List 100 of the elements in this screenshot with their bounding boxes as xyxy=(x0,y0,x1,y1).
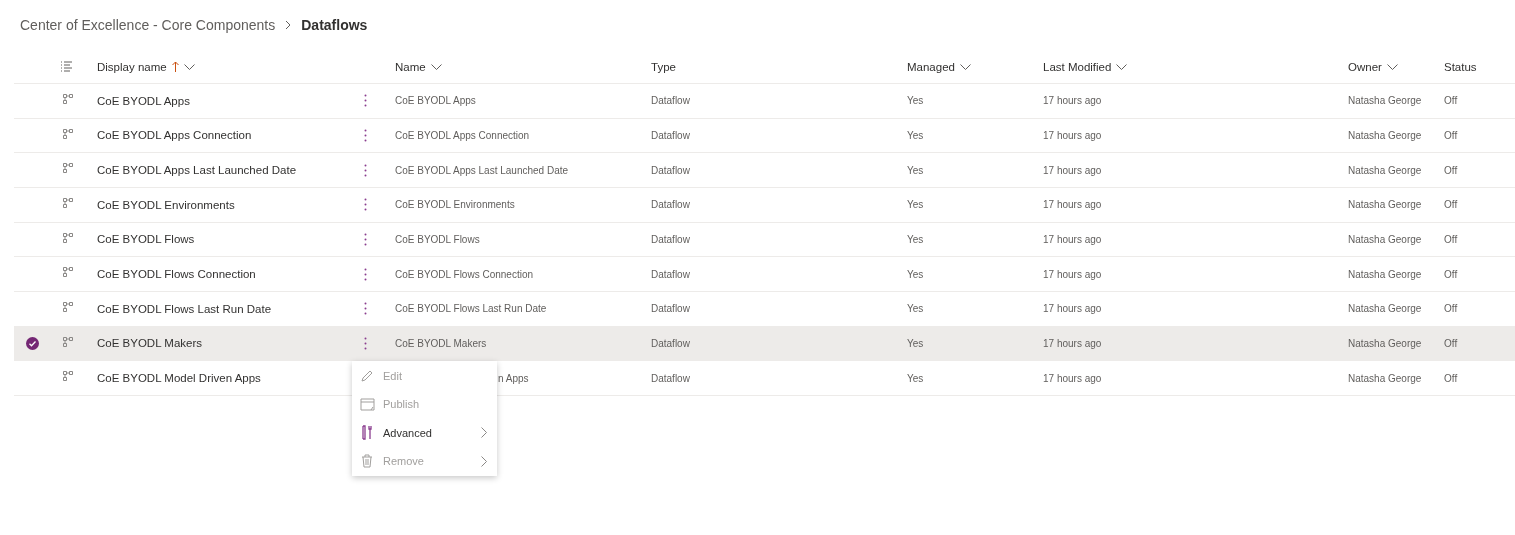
more-options-icon[interactable] xyxy=(363,94,367,108)
more-options-icon[interactable] xyxy=(363,302,367,316)
dataflow-icon xyxy=(63,94,73,104)
check-circle-icon[interactable] xyxy=(25,336,39,350)
display-name-cell[interactable]: CoE BYODL Environments xyxy=(97,198,235,211)
managed-cell: Yes xyxy=(907,268,924,280)
status-cell: Off xyxy=(1444,164,1458,176)
type-cell: Dataflow xyxy=(651,233,690,245)
owner-cell: Natasha George xyxy=(1348,372,1422,384)
display-name-cell[interactable]: CoE BYODL Model Driven Apps xyxy=(97,372,261,385)
managed-cell: Yes xyxy=(907,372,924,384)
modified-cell: 17 hours ago xyxy=(1043,337,1102,349)
dataflow-icon xyxy=(63,232,73,243)
page-title: Dataflows xyxy=(301,17,368,33)
type-cell: Dataflow xyxy=(651,164,690,176)
table-row[interactable]: CoE BYODL Flows Connection CoE BYODL Flows Connection Dataflow Yes 17 hours ago Natasha George Off xyxy=(14,257,1515,292)
name-cell: CoE BYODL Apps xyxy=(395,95,476,107)
owner-cell: Natasha George xyxy=(1348,164,1422,176)
dataflow-icon xyxy=(63,301,73,312)
chevron-down-icon xyxy=(183,63,195,70)
display-name-cell[interactable]: CoE BYODL Apps Last Launched Date xyxy=(97,164,297,177)
more-options-icon[interactable] xyxy=(363,163,367,177)
column-header[interactable]: Display name xyxy=(97,60,195,73)
dataflow-icon xyxy=(63,267,73,278)
chevron-down-icon xyxy=(1386,63,1398,70)
table-row[interactable]: CoE BYODL Makers CoE BYODL Makers Dataflow Yes 17 hours ago Natasha George Off xyxy=(14,326,1515,362)
table-row[interactable]: CoE BYODL Apps Last Launched Date CoE BYODL Apps Last Launched Date Dataflow Yes 17 hours ago Natasha George Off xyxy=(14,153,1515,188)
dataflow-icon xyxy=(63,163,73,174)
dataflow-icon xyxy=(63,128,73,139)
more-options-icon[interactable] xyxy=(363,267,367,281)
type-cell: Dataflow xyxy=(651,95,690,107)
type-cell: Dataflow xyxy=(651,303,690,315)
name-cell: CoE BYODL Flows Connection xyxy=(395,268,534,280)
chevron-down-icon xyxy=(1116,63,1128,70)
column-header[interactable]: Type xyxy=(651,60,676,73)
column-header[interactable]: Managed xyxy=(907,60,971,73)
more-options-icon[interactable] xyxy=(363,336,367,350)
name-cell: CoE BYODL Makers xyxy=(395,337,487,349)
type-cell: Dataflow xyxy=(651,372,690,384)
modified-cell: 17 hours ago xyxy=(1043,164,1102,176)
type-cell: Dataflow xyxy=(651,337,690,349)
status-cell: Off xyxy=(1444,268,1458,280)
modified-cell: 17 hours ago xyxy=(1043,130,1102,141)
status-cell: Off xyxy=(1444,337,1458,349)
table-row[interactable]: CoE BYODL Apps Connection CoE BYODL Apps Connection Dataflow Yes 17 hours ago Natasha George Off xyxy=(14,118,1515,154)
name-cell: CoE BYODL Environments xyxy=(395,199,515,211)
managed-cell: Yes xyxy=(907,199,924,211)
display-name-cell[interactable]: CoE BYODL Flows Last Run Date xyxy=(97,302,272,315)
column-header[interactable]: Name xyxy=(395,60,442,73)
display-name-cell[interactable]: CoE BYODL Apps xyxy=(97,94,190,107)
type-cell: Dataflow xyxy=(651,268,690,280)
status-cell: Off xyxy=(1444,199,1458,211)
chevron-down-icon xyxy=(430,63,442,70)
modified-cell: 17 hours ago xyxy=(1043,372,1102,384)
display-name-cell[interactable]: CoE BYODL Makers xyxy=(97,337,203,350)
column-header[interactable]: Owner xyxy=(1348,60,1398,73)
more-options-icon[interactable] xyxy=(363,129,367,142)
owner-cell: Natasha George xyxy=(1348,268,1422,280)
dataflow-icon xyxy=(63,336,73,347)
type-cell: Dataflow xyxy=(651,199,690,211)
table-row[interactable]: CoE BYODL Apps CoE BYODL Apps Dataflow Yes 17 hours ago Natasha George Off xyxy=(14,84,1515,119)
owner-cell: Natasha George xyxy=(1348,199,1422,211)
column-header[interactable]: Status xyxy=(1444,60,1477,73)
table-row[interactable]: CoE BYODL Environments CoE BYODL Environments Dataflow Yes 17 hours ago Natasha George Off xyxy=(14,187,1515,223)
table-row[interactable]: CoE BYODL Flows CoE BYODL Flows Dataflow Yes 17 hours ago Natasha George Off xyxy=(14,222,1515,258)
owner-cell: Natasha George xyxy=(1348,95,1422,107)
name-cell: n Apps xyxy=(498,372,529,384)
dataflow-icon xyxy=(63,197,73,208)
managed-cell: Yes xyxy=(907,164,924,176)
chevron-down-icon xyxy=(959,63,971,70)
trash-icon xyxy=(361,454,373,469)
modified-cell: 17 hours ago xyxy=(1043,303,1102,315)
status-cell: Off xyxy=(1444,372,1458,384)
sort-up-arrow-icon xyxy=(171,61,179,72)
menu-item[interactable]: Advanced xyxy=(352,418,497,448)
display-name-cell[interactable]: CoE BYODL Apps Connection xyxy=(97,129,252,142)
managed-cell: Yes xyxy=(907,337,924,349)
dataflow-icon xyxy=(63,371,73,382)
more-options-icon[interactable] xyxy=(363,198,367,212)
display-name-cell[interactable]: CoE BYODL Flows xyxy=(97,233,195,246)
column-header[interactable]: Last Modified xyxy=(1043,60,1128,73)
owner-cell: Natasha George xyxy=(1348,303,1422,315)
display-name-cell[interactable]: CoE BYODL Flows Connection xyxy=(97,268,256,281)
breadcrumb-link[interactable]: Center of Excellence - Core Components xyxy=(20,17,276,33)
managed-cell: Yes xyxy=(907,95,924,107)
modified-cell: 17 hours ago xyxy=(1043,268,1102,280)
chevron-right-icon xyxy=(285,20,292,30)
name-cell: CoE BYODL Flows Last Run Date xyxy=(395,303,547,315)
status-cell: Off xyxy=(1444,233,1458,245)
table-row[interactable]: CoE BYODL Flows Last Run Date CoE BYODL Flows Last Run Date Dataflow Yes 17 hours ago Natasha George Off xyxy=(14,291,1515,327)
modified-cell: 17 hours ago xyxy=(1043,95,1102,107)
type-cell: Dataflow xyxy=(651,130,690,141)
name-cell: CoE BYODL Apps Connection xyxy=(395,130,530,141)
chevron-right-icon xyxy=(481,427,487,439)
status-cell: Off xyxy=(1444,303,1458,315)
status-cell: Off xyxy=(1444,130,1458,141)
managed-cell: Yes xyxy=(907,130,924,141)
owner-cell: Natasha George xyxy=(1348,130,1422,141)
more-options-icon[interactable] xyxy=(363,232,367,246)
tools-icon xyxy=(361,425,373,441)
